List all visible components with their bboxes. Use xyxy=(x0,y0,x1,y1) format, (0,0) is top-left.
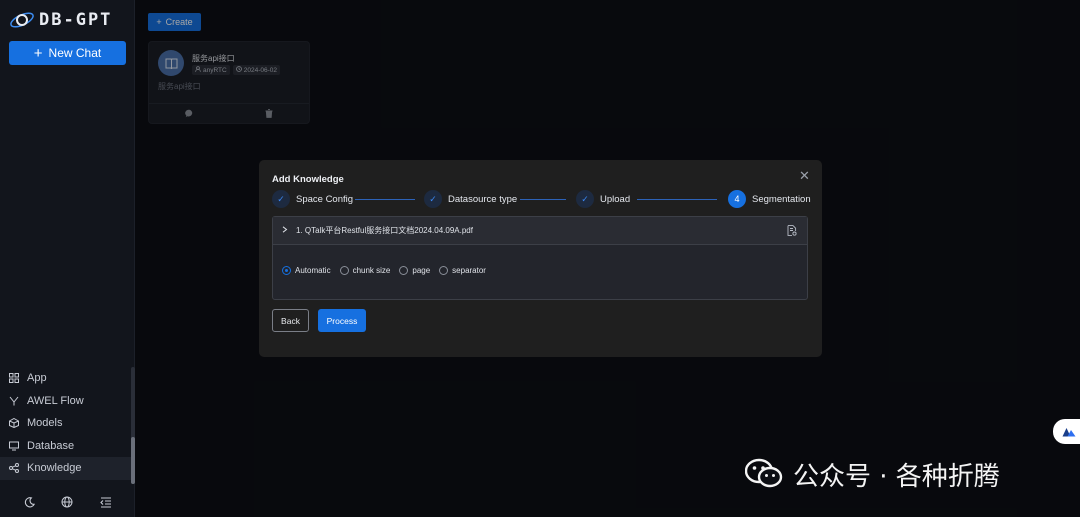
step-connector xyxy=(637,199,717,200)
step-upload: ✓ Upload xyxy=(576,190,630,208)
radio-automatic[interactable]: Automatic xyxy=(282,266,331,275)
radio-label: separator xyxy=(452,266,486,275)
logo-mark-icon xyxy=(9,9,35,31)
radio-indicator xyxy=(439,266,449,275)
radio-chunk-size[interactable]: chunk size xyxy=(339,266,391,275)
step-label: Segmentation xyxy=(752,193,811,205)
sidebar-item-label: AWEL Flow xyxy=(27,394,84,407)
new-chat-button[interactable]: + New Chat xyxy=(9,41,126,65)
sidebar-item-label: Models xyxy=(27,417,63,430)
logo-text: DB-GPT xyxy=(39,10,113,30)
radio-indicator xyxy=(399,266,409,275)
file-name: 1. QTalk平台Restful服务接口文档2024.04.09A.pdf xyxy=(296,226,473,235)
step-number: 4 xyxy=(728,190,746,208)
watermark-text: 公众号 · 各种折腾 xyxy=(793,461,1000,492)
radio-page[interactable]: page xyxy=(399,266,430,275)
process-button[interactable]: Process xyxy=(318,309,366,332)
logo[interactable]: DB-GPT xyxy=(9,9,112,31)
sidebar-item-awel-flow[interactable]: AWEL Flow xyxy=(0,390,131,413)
steps-progress: ✓ Space Config ✓ Datasource type ✓ Uploa… xyxy=(272,190,811,208)
knowledge-icon xyxy=(9,463,19,474)
sidebar: DB-GPT + New Chat App AWEL Flow Models D… xyxy=(0,0,135,517)
back-button[interactable]: Back xyxy=(272,309,309,332)
close-icon[interactable]: ✕ xyxy=(799,169,811,182)
globe-icon[interactable] xyxy=(60,495,74,509)
file-collapse-header[interactable]: 1. QTalk平台Restful服务接口文档2024.04.09A.pdf xyxy=(273,217,807,245)
step-datasource-type: ✓ Datasource type xyxy=(424,190,517,208)
flow-icon xyxy=(9,396,19,406)
wechat-icon xyxy=(744,458,783,490)
step-label: Datasource type xyxy=(448,193,518,205)
sidebar-item-models[interactable]: Models xyxy=(0,412,131,435)
sidebar-nav: App AWEL Flow Models Database Knowledge xyxy=(0,367,131,480)
add-knowledge-modal: Add Knowledge ✕ ✓ Space Config ✓ Datasou… xyxy=(259,160,822,357)
sidebar-item-label: App xyxy=(27,372,47,385)
moon-icon[interactable] xyxy=(22,495,36,509)
mountain-logo-icon xyxy=(1062,427,1076,436)
step-space-config: ✓ Space Config xyxy=(272,190,353,208)
database-icon xyxy=(9,441,19,451)
radio-label: chunk size xyxy=(352,266,391,275)
step-connector xyxy=(520,199,566,200)
collapse-menu-icon[interactable] xyxy=(99,495,113,509)
check-icon: ✓ xyxy=(272,190,290,208)
sidebar-item-label: Knowledge xyxy=(27,462,82,475)
step-connector xyxy=(355,199,415,200)
chevron-right-icon xyxy=(282,226,288,235)
sidebar-item-app[interactable]: App xyxy=(0,367,131,390)
strategy-radio-group: Automatic chunk size page separator xyxy=(282,266,486,275)
radio-label: Automatic xyxy=(295,266,331,275)
file-segmentation-panel: 1. QTalk平台Restful服务接口文档2024.04.09A.pdf A… xyxy=(272,216,808,300)
radio-indicator xyxy=(282,266,291,275)
sidebar-item-label: Database xyxy=(27,439,75,452)
plus-icon: + xyxy=(33,44,43,62)
check-icon: ✓ xyxy=(576,190,594,208)
step-label: Upload xyxy=(600,193,631,205)
step-label: Space Config xyxy=(296,193,354,205)
radio-label: page xyxy=(412,266,431,275)
radio-separator[interactable]: separator xyxy=(439,266,486,275)
wechat-watermark: 公众号 · 各种折腾 xyxy=(744,453,1000,495)
new-chat-label: New Chat xyxy=(48,46,102,60)
document-settings-icon[interactable] xyxy=(787,225,797,238)
app-grid-icon xyxy=(9,373,19,384)
floating-assistant-button[interactable] xyxy=(1053,419,1080,444)
check-icon: ✓ xyxy=(424,190,442,208)
step-segmentation: 4 Segmentation xyxy=(728,190,811,208)
modal-title: Add Knowledge xyxy=(272,174,344,185)
sidebar-bottom-bar xyxy=(0,490,135,514)
cube-icon xyxy=(9,418,19,429)
sidebar-item-database[interactable]: Database xyxy=(0,435,131,458)
radio-indicator xyxy=(339,266,349,275)
sidebar-item-knowledge[interactable]: Knowledge xyxy=(0,457,131,480)
